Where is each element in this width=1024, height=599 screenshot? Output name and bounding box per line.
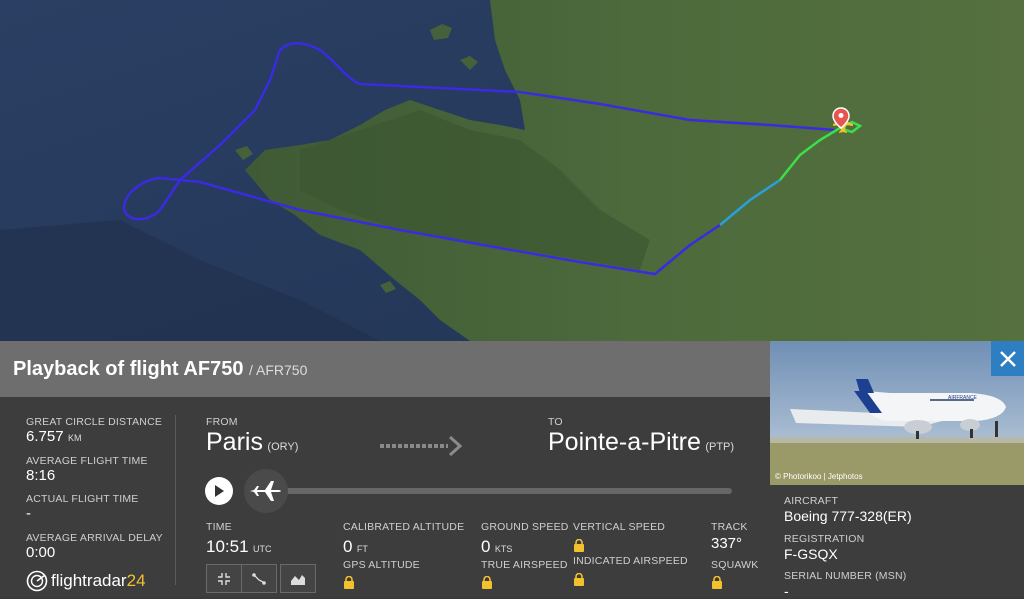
lock-icon[interactable] bbox=[573, 573, 585, 586]
panel-header: Playback of flight AF750 / AFR750 bbox=[0, 341, 770, 397]
squawk-readout: SQUAWK bbox=[711, 559, 758, 594]
track-readout: TRACK 337° bbox=[711, 521, 748, 552]
avg-delay-value: 0:00 bbox=[26, 544, 56, 561]
route-view-button[interactable] bbox=[241, 564, 277, 593]
ground-speed-unit: KTS bbox=[494, 544, 513, 554]
logo-suffix: 24 bbox=[126, 571, 146, 590]
chart-icon bbox=[291, 574, 305, 585]
play-icon bbox=[215, 485, 224, 497]
lock-icon[interactable] bbox=[711, 576, 723, 589]
ground-speed: GROUND SPEED 0 KTS bbox=[481, 521, 569, 557]
gcd-unit: KM bbox=[68, 433, 82, 443]
aircraft-info-column: AIRFRANCE © Photorikoo | Jetphotos AIRCR… bbox=[770, 341, 1024, 599]
flight-map[interactable] bbox=[0, 0, 1024, 341]
route-arrow-icon bbox=[380, 435, 463, 457]
vertical-speed: VERTICAL SPEED bbox=[573, 521, 665, 557]
vertical-speed-label: VERTICAL SPEED bbox=[573, 521, 666, 533]
compress-icon bbox=[218, 572, 230, 585]
lock-icon[interactable] bbox=[343, 576, 355, 589]
average-arrival-delay: AVERAGE ARRIVAL DELAY 0:00 bbox=[26, 532, 163, 561]
avg-time-value: 8:16 bbox=[26, 467, 56, 484]
page-title: Playback of flight AF750 / AFR750 bbox=[13, 358, 307, 381]
aircraft-registration: REGISTRATION F-GSQX bbox=[784, 533, 864, 562]
route-origin[interactable]: FROM Paris (ORY) bbox=[206, 416, 298, 457]
route-destination[interactable]: TO Pointe-a-Pitre (PTP) bbox=[548, 416, 734, 457]
great-circle-distance: GREAT CIRCLE DISTANCE 6.757 KM bbox=[26, 416, 162, 446]
play-button[interactable] bbox=[205, 477, 233, 505]
origin-code: (ORY) bbox=[267, 441, 299, 453]
actual-time-value: - bbox=[26, 505, 31, 522]
time-readout: TIME 10:51 UTC bbox=[206, 521, 272, 557]
registration-value: F-GSQX bbox=[784, 546, 838, 562]
route-icon bbox=[252, 572, 266, 585]
livery-text: AIRFRANCE bbox=[948, 395, 978, 401]
aircraft-serial: SERIAL NUMBER (MSN) - bbox=[784, 570, 906, 599]
flight-callsign: / AFR750 bbox=[249, 362, 308, 378]
flightradar24-logo[interactable]: flightradar 24 bbox=[26, 570, 146, 592]
origin-city: Paris bbox=[206, 428, 263, 456]
aircraft-type: AIRCRAFT Boeing 777-328(ER) bbox=[784, 495, 912, 524]
cal-alt-unit: FT bbox=[356, 544, 368, 554]
indicated-airspeed: INDICATED AIRSPEED bbox=[573, 555, 688, 591]
destination-code: (PTP) bbox=[705, 441, 735, 453]
airplane-icon bbox=[250, 481, 281, 501]
close-button[interactable] bbox=[991, 341, 1024, 376]
lock-icon[interactable] bbox=[573, 539, 585, 552]
title-prefix: Playback of flight bbox=[13, 358, 179, 380]
playback-scrubber[interactable] bbox=[244, 469, 288, 513]
track-value: 337° bbox=[711, 535, 743, 552]
true-airspeed-label: TRUE AIRSPEED bbox=[481, 559, 568, 571]
actual-time-label: ACTUAL FLIGHT TIME bbox=[26, 493, 139, 505]
squawk-label: SQUAWK bbox=[711, 559, 759, 571]
avg-delay-label: AVERAGE ARRIVAL DELAY bbox=[26, 532, 163, 544]
flight-number: AF750 bbox=[183, 358, 244, 380]
photo-runway bbox=[770, 437, 1024, 443]
map-canvas[interactable] bbox=[0, 0, 1024, 341]
cal-alt-label: CALIBRATED ALTITUDE bbox=[343, 521, 465, 533]
close-icon bbox=[999, 350, 1016, 367]
gps-altitude: GPS ALTITUDE bbox=[343, 559, 420, 594]
photo-credit[interactable]: © Photorikoo | Jetphotos bbox=[775, 472, 863, 481]
follow-aircraft-button[interactable] bbox=[206, 564, 242, 593]
time-unit: UTC bbox=[253, 544, 272, 554]
to-label: TO bbox=[548, 416, 563, 428]
avg-time-label: AVERAGE FLIGHT TIME bbox=[26, 455, 148, 467]
lock-icon[interactable] bbox=[481, 576, 493, 589]
ground-speed-value: 0 bbox=[481, 537, 491, 556]
average-flight-time: AVERAGE FLIGHT TIME 8:16 bbox=[26, 455, 148, 484]
actual-flight-time: ACTUAL FLIGHT TIME - bbox=[26, 493, 139, 522]
true-airspeed: TRUE AIRSPEED bbox=[481, 559, 568, 594]
registration-label: REGISTRATION bbox=[784, 533, 865, 545]
aircraft-label: AIRCRAFT bbox=[784, 495, 839, 507]
destination-city: Pointe-a-Pitre bbox=[548, 428, 701, 456]
indicated-airspeed-label: INDICATED AIRSPEED bbox=[573, 555, 688, 567]
from-label: FROM bbox=[206, 416, 238, 428]
time-label: TIME bbox=[206, 521, 232, 533]
track-label: TRACK bbox=[711, 521, 748, 533]
gcd-label: GREAT CIRCLE DISTANCE bbox=[26, 416, 163, 428]
radar-logo-icon bbox=[26, 570, 48, 592]
logo-text: flightradar bbox=[51, 571, 127, 590]
gcd-value: 6.757 bbox=[26, 428, 64, 445]
calibrated-altitude: CALIBRATED ALTITUDE 0 FT bbox=[343, 521, 464, 557]
flight-info-panel: Playback of flight AF750 / AFR750 GREAT … bbox=[0, 341, 770, 597]
aircraft-value: Boeing 777-328(ER) bbox=[784, 508, 912, 524]
serial-label: SERIAL NUMBER (MSN) bbox=[784, 570, 907, 582]
column-divider bbox=[175, 415, 176, 585]
ground-speed-label: GROUND SPEED bbox=[481, 521, 569, 533]
altitude-graph-button[interactable] bbox=[280, 564, 316, 593]
cal-alt-value: 0 bbox=[343, 537, 353, 556]
playback-timeline[interactable] bbox=[246, 488, 732, 494]
time-value: 10:51 bbox=[206, 537, 249, 556]
aircraft-photo[interactable]: AIRFRANCE © Photorikoo | Jetphotos bbox=[770, 341, 1024, 485]
gps-alt-label: GPS ALTITUDE bbox=[343, 559, 420, 571]
